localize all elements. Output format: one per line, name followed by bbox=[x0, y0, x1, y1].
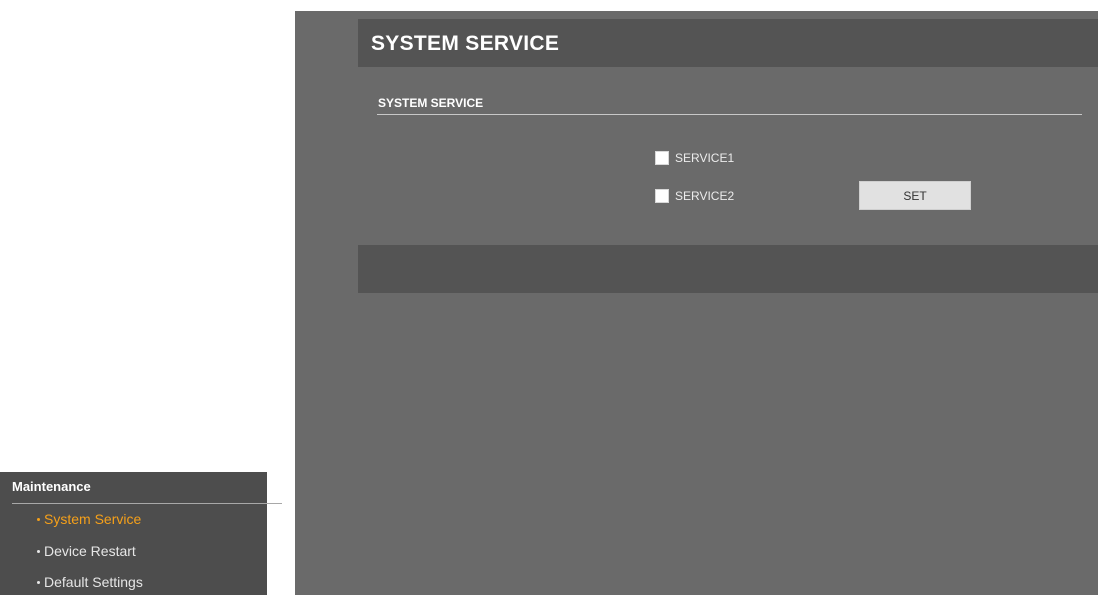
title-bar: SYSTEM SERVICE bbox=[358, 19, 1098, 67]
service2-checkbox[interactable] bbox=[655, 189, 669, 203]
sidebar-item-device-restart[interactable]: Device Restart bbox=[37, 543, 136, 559]
sidebar-item-label: Default Settings bbox=[44, 574, 143, 590]
sidebar-item-default-settings[interactable]: Default Settings bbox=[37, 574, 143, 590]
menu-divider bbox=[12, 503, 282, 504]
set-button[interactable]: SET bbox=[859, 181, 971, 210]
sidebar-item-system-service[interactable]: System Service bbox=[37, 511, 142, 527]
service1-label: SERVICE1 bbox=[675, 151, 735, 165]
page-title: SYSTEM SERVICE bbox=[371, 32, 560, 55]
bullet-icon bbox=[37, 550, 40, 553]
sidebar-blank-area bbox=[0, 0, 295, 472]
footer-bar bbox=[358, 245, 1098, 293]
main-content: SYSTEM SERVICE SYSTEM SERVICE SERVICE1 S… bbox=[295, 0, 1098, 595]
service2-row: SERVICE2 bbox=[655, 188, 734, 204]
bullet-icon bbox=[37, 581, 40, 584]
top-strip bbox=[295, 0, 1098, 11]
sidebar-item-label: System Service bbox=[44, 511, 142, 527]
page: Maintenance System Service Device Restar… bbox=[0, 0, 1098, 595]
menu-section-title: Maintenance bbox=[12, 479, 91, 494]
section-divider bbox=[377, 114, 1082, 115]
sidebar-menu: Maintenance System Service Device Restar… bbox=[0, 472, 295, 595]
bullet-icon bbox=[37, 518, 40, 521]
service1-row: SERVICE1 bbox=[655, 150, 734, 166]
service1-checkbox[interactable] bbox=[655, 151, 669, 165]
maintenance-menu-panel: Maintenance System Service Device Restar… bbox=[0, 472, 282, 595]
sidebar-item-label: Device Restart bbox=[44, 543, 136, 559]
service2-label: SERVICE2 bbox=[675, 189, 735, 203]
section-heading: SYSTEM SERVICE bbox=[378, 96, 484, 110]
